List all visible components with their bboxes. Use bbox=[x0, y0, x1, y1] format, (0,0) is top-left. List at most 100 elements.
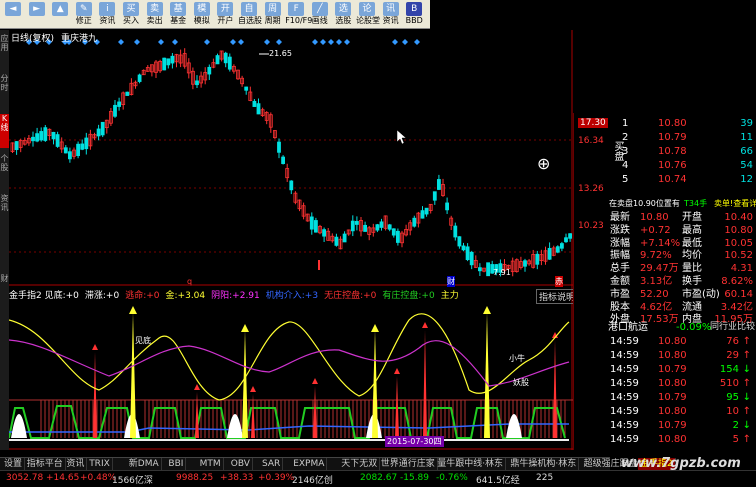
left-tab[interactable]: 分时 bbox=[0, 74, 9, 108]
yellow-spike bbox=[242, 330, 248, 438]
kline-chart[interactable] bbox=[9, 30, 573, 450]
signal-diamond bbox=[276, 39, 282, 45]
status-bar: 3052.78 +14.65 +0.48% 1566亿深 9988.25 +38.33 +0… bbox=[0, 470, 756, 487]
open-account-button[interactable]: 开开户 bbox=[214, 1, 236, 28]
xiaoniu-label: 小牛 bbox=[509, 354, 525, 363]
indicator-value: 无庄控盘:+0 bbox=[324, 291, 377, 301]
red-arrow bbox=[250, 386, 256, 392]
status-value: +14.65 bbox=[46, 473, 80, 483]
candle-body bbox=[432, 191, 437, 201]
order-price: 10.79 bbox=[658, 132, 687, 143]
down-arrow-icon: ↓ bbox=[742, 392, 751, 403]
info-button[interactable]: i 资讯 bbox=[96, 1, 118, 28]
candle-body bbox=[223, 52, 228, 64]
status-value: -0.76% bbox=[436, 473, 468, 483]
yellow-arrow bbox=[129, 306, 137, 314]
custom-stock-button[interactable]: 自自选股 bbox=[238, 1, 262, 28]
left-tab[interactable]: K线 bbox=[0, 114, 9, 148]
yellow-arrow bbox=[371, 324, 379, 332]
news-button[interactable]: 讯资讯 bbox=[380, 1, 402, 28]
simulate-button[interactable]: 模模拟 bbox=[191, 1, 213, 28]
buy-icon: 买 bbox=[123, 2, 139, 16]
left-tab[interactable]: 个股 bbox=[0, 154, 9, 188]
candle-body bbox=[96, 128, 101, 137]
stock-name: 重庆港九 bbox=[61, 34, 98, 44]
signal-diamond bbox=[158, 39, 164, 45]
red-spike bbox=[553, 340, 557, 438]
tick-row: 14:59 10.79 154 ↓ bbox=[610, 364, 751, 375]
signal-diamond bbox=[204, 39, 210, 45]
green-pulse-line bbox=[9, 405, 566, 439]
forward-arrow-button[interactable]: ► bbox=[26, 1, 48, 28]
signal-diamond bbox=[402, 39, 408, 45]
order-alert[interactable]: 在卖盘10.90位置有T34手卖单!查看详细 bbox=[574, 197, 756, 210]
candle-body bbox=[309, 216, 314, 230]
fund-icon: 基 bbox=[170, 2, 187, 16]
signal-diamond bbox=[392, 39, 398, 45]
signal-diamond bbox=[336, 39, 342, 45]
candle-body bbox=[84, 137, 89, 150]
sector-row[interactable]: 港口航运 -0.09% 同行业比较 bbox=[574, 321, 756, 334]
left-tab[interactable]: 资讯 bbox=[0, 194, 9, 228]
candle-body bbox=[31, 136, 35, 142]
sell-button[interactable]: 卖卖出 bbox=[144, 1, 166, 28]
signal-diamond bbox=[172, 39, 178, 45]
candle-body bbox=[334, 236, 339, 246]
red-spike bbox=[423, 330, 427, 438]
period-button[interactable]: 周周期 bbox=[262, 1, 284, 28]
order-level: 1 bbox=[622, 118, 629, 129]
left-tabs: 应用分时 K线个股资讯财 bbox=[0, 30, 9, 450]
edit-button[interactable]: ✎ 修正 bbox=[73, 1, 95, 28]
indicator-tabs: 设置 指标平台 资讯 TRIX 新DMA BBI MTM OBV SAR EXPMA 天下无双 世界通… bbox=[0, 457, 676, 471]
indicator-help-button[interactable]: 指标说明 bbox=[536, 289, 579, 304]
toolbar-label: 买入 bbox=[123, 16, 139, 25]
order-book-row: 4 10.76 54 bbox=[574, 159, 756, 172]
indicator-value: 滞涨:+0 bbox=[84, 291, 120, 301]
f10-icon: F bbox=[288, 2, 305, 16]
candle-body bbox=[322, 229, 327, 237]
fund-button[interactable]: 基基金 bbox=[167, 1, 189, 28]
candle-body bbox=[76, 143, 80, 157]
up-arrow-button[interactable]: ▲ bbox=[49, 1, 71, 28]
up-arrow-icon: ↑ bbox=[742, 350, 751, 361]
back-arrow-button[interactable]: ◄ bbox=[2, 1, 24, 28]
order-price: 10.78 bbox=[658, 146, 687, 157]
candle-body bbox=[555, 246, 560, 253]
left-tab[interactable]: 应用 bbox=[0, 34, 9, 68]
status-value: 3052.78 bbox=[6, 473, 44, 483]
mouse-cursor-icon bbox=[396, 129, 407, 145]
up-arrow-icon: ↑ bbox=[742, 406, 751, 417]
candle-body bbox=[256, 103, 261, 115]
candle-body bbox=[535, 253, 540, 265]
quote-row: 涨幅 +7.14% 最低 10.05 bbox=[610, 237, 753, 249]
candle-body bbox=[395, 230, 400, 243]
forum-button[interactable]: 论论股堂 bbox=[356, 1, 380, 28]
red-spike bbox=[251, 394, 255, 438]
crosshair-plus-icon[interactable]: ⊕ bbox=[537, 154, 550, 173]
edit-icon: ✎ bbox=[75, 2, 92, 16]
signal-diamond bbox=[312, 39, 318, 45]
yellow-arrow bbox=[241, 324, 249, 332]
f10-button[interactable]: F F10/F9 bbox=[285, 1, 312, 28]
signal-diamond bbox=[414, 39, 420, 45]
left-tab[interactable] bbox=[0, 234, 9, 268]
low-annotation: 7.91 bbox=[493, 268, 511, 277]
toolbar-label: 资讯 bbox=[99, 16, 116, 25]
sector-compare-button[interactable]: 同行业比较 bbox=[710, 321, 755, 334]
tick-row: 14:59 10.79 2 ↓ bbox=[610, 420, 751, 431]
buy-button[interactable]: 买买入 bbox=[120, 1, 142, 28]
bbd-button[interactable]: B BBD bbox=[403, 1, 425, 28]
candle-body bbox=[125, 91, 130, 96]
stock-pick-button[interactable]: 选选股 bbox=[332, 1, 354, 28]
status-value: -15.89 bbox=[400, 473, 430, 483]
up-arrow-icon: ↑ bbox=[742, 336, 751, 347]
toolbar-label: 资讯 bbox=[382, 16, 399, 25]
tick-row: 14:59 10.80 76 ↑ bbox=[610, 336, 751, 347]
candle-body bbox=[363, 224, 368, 232]
chart-area[interactable]: 日线(复权) 重庆港九 21.65 7.91 q 财 赤 ⊕ 金手指2 见底:+… bbox=[9, 30, 579, 450]
left-tab[interactable]: 财 bbox=[0, 274, 9, 308]
yellow-spike bbox=[372, 330, 378, 438]
price-scale-label: 17.30 bbox=[578, 118, 608, 128]
status-value: 641.5亿经 bbox=[476, 476, 520, 486]
draw-line-button[interactable]: ╱ 画线 bbox=[309, 1, 331, 28]
